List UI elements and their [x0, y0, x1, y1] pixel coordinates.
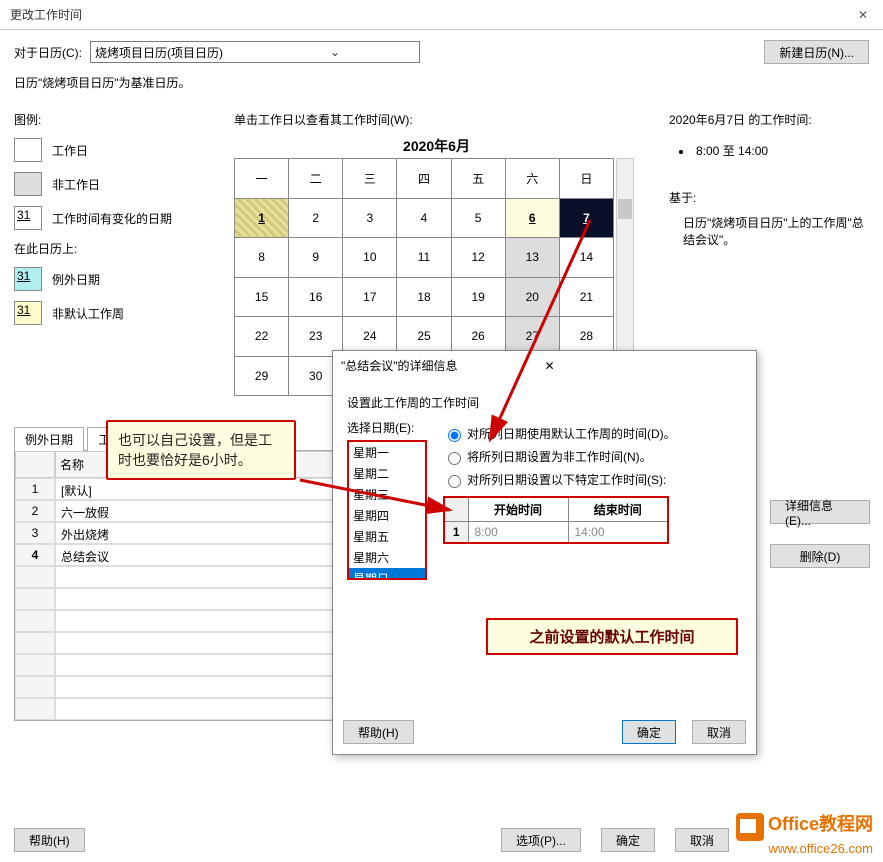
radio-default[interactable]: 对所列日期使用默认工作周的时间(D)。	[443, 425, 742, 442]
swatch-nondefault: 31	[14, 301, 42, 325]
select-day-label: 选择日期(E):	[347, 419, 427, 436]
legend-nondefault-label: 非默认工作周	[52, 305, 124, 322]
time-table[interactable]: 开始时间结束时间 18:0014:00	[443, 496, 669, 544]
cal-day-selected[interactable]: 7	[559, 198, 613, 238]
cancel-button[interactable]: 取消	[675, 828, 729, 852]
legend-heading: 图例:	[14, 111, 214, 128]
calendar-heading: 单击工作日以查看其工作时间(W):	[234, 111, 639, 128]
office-icon	[736, 813, 764, 841]
help-button[interactable]: 帮助(H)	[14, 828, 85, 852]
callout-note-1: 也可以自己设置，但是工时也要恰好是6小时。	[106, 420, 296, 480]
cal-day[interactable]: 1	[235, 198, 289, 238]
day-info-heading: 2020年6月7日 的工作时间:	[669, 111, 869, 128]
close-icon[interactable]: ✕	[545, 359, 749, 373]
legend-nonworkday-label: 非工作日	[52, 176, 100, 193]
radio-nonworking[interactable]: 将所列日期设置为非工作时间(N)。	[443, 448, 742, 465]
legend-workday-label: 工作日	[52, 142, 88, 159]
end-time-cell[interactable]: 14:00	[568, 522, 668, 544]
titlebar: 更改工作时间 ✕	[0, 0, 883, 30]
base-calendar-note: 日历"烧烤项目日历"为基准日历。	[14, 74, 869, 91]
cal-day[interactable]: 5	[451, 198, 505, 238]
new-calendar-button[interactable]: 新建日历(N)...	[764, 40, 869, 64]
swatch-changed: 31	[14, 206, 42, 230]
delete-button[interactable]: 删除(D)	[770, 544, 870, 568]
day-listbox[interactable]: 星期一 星期二 星期三 星期四 星期五 星期六 星期日	[347, 440, 427, 580]
based-on-label: 基于:	[669, 189, 869, 206]
set-workweek-label: 设置此工作周的工作时间	[347, 394, 742, 411]
swatch-nonworkday	[14, 172, 42, 196]
legend-changed-label: 工作时间有变化的日期	[52, 210, 172, 227]
working-hours: 8:00 至 14:00	[679, 142, 869, 159]
for-calendar-label: 对于日历(C):	[14, 44, 82, 61]
tab-exceptions[interactable]: 例外日期	[14, 427, 84, 451]
calendar-combo[interactable]: 烧烤项目日历(项目日历) ⌄	[90, 41, 420, 63]
swatch-exception: 31	[14, 267, 42, 291]
based-on-detail: 日历"烧烤项目日历"上的工作周"总结会议"。	[669, 214, 869, 248]
legend: 图例: 工作日 非工作日 31工作时间有变化的日期 在此日历上: 31例外日期 …	[14, 111, 214, 396]
day-selected[interactable]: 星期日	[349, 568, 425, 580]
details-dialog: "总结会议"的详细信息 ✕ 设置此工作周的工作时间 选择日期(E): 星期一 星…	[332, 350, 757, 755]
modal-cancel-button[interactable]: 取消	[692, 720, 746, 744]
window-title: 更改工作时间	[10, 6, 853, 23]
callout-note-2: 之前设置的默认工作时间	[486, 618, 738, 655]
cal-day[interactable]: 3	[343, 198, 397, 238]
calendar-combo-value: 烧烤项目日历(项目日历)	[95, 44, 255, 61]
chevron-down-icon: ⌄	[255, 45, 415, 59]
cal-day[interactable]: 6	[505, 198, 559, 238]
close-icon[interactable]: ✕	[853, 5, 873, 25]
start-time-cell[interactable]: 8:00	[468, 522, 568, 544]
legend-exception-label: 例外日期	[52, 271, 100, 288]
watermark: Office教程网 www.office26.com	[736, 810, 873, 856]
ok-button[interactable]: 确定	[601, 828, 655, 852]
details-button[interactable]: 详细信息(E)...	[770, 500, 870, 524]
radio-specific[interactable]: 对所列日期设置以下特定工作时间(S):	[443, 471, 742, 488]
cal-day[interactable]: 2	[289, 198, 343, 238]
modal-help-button[interactable]: 帮助(H)	[343, 720, 414, 744]
modal-ok-button[interactable]: 确定	[622, 720, 676, 744]
swatch-workday	[14, 138, 42, 162]
cal-day[interactable]: 4	[397, 198, 451, 238]
calendar-month-title: 2020年6月	[234, 136, 639, 156]
legend-onthis: 在此日历上:	[14, 240, 214, 257]
scrollbar-thumb[interactable]	[618, 199, 632, 219]
dialog-title: "总结会议"的详细信息	[341, 357, 545, 374]
options-button[interactable]: 选项(P)...	[501, 828, 581, 852]
